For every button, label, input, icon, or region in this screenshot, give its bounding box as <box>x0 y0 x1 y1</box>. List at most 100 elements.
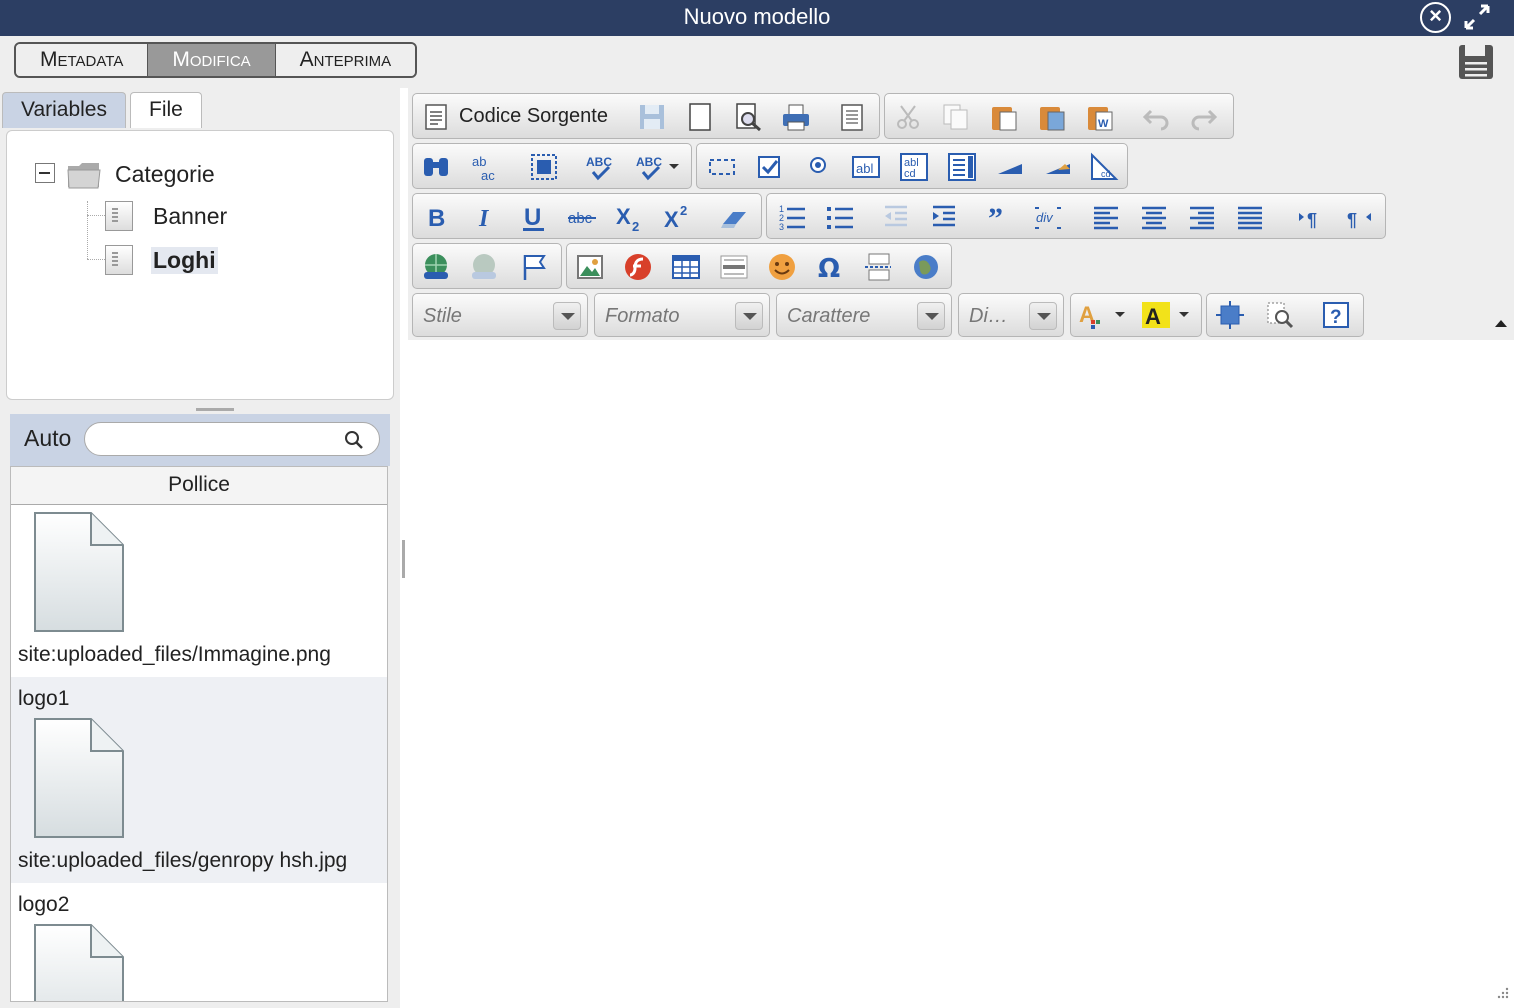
chevron-down-icon[interactable] <box>1029 302 1057 330</box>
chevron-down-icon[interactable] <box>1179 312 1189 317</box>
editor-content-area[interactable] <box>408 340 1514 1008</box>
expand-icon[interactable] <box>1462 2 1492 32</box>
numbered-list-icon[interactable]: 123 <box>777 202 807 232</box>
tree-root-label[interactable]: Categorie <box>115 161 215 188</box>
horizontal-rule-icon[interactable] <box>719 252 749 282</box>
flash-icon[interactable] <box>623 252 653 282</box>
outdent-icon[interactable] <box>881 202 911 232</box>
paste-text-icon[interactable] <box>1037 102 1067 132</box>
bold-icon[interactable]: B <box>423 202 453 232</box>
hidden-field-icon[interactable]: cd <box>1089 152 1119 182</box>
select-field-icon[interactable] <box>947 152 977 182</box>
chevron-down-icon[interactable] <box>669 164 679 169</box>
size-dropdown[interactable]: Di… <box>958 293 1064 337</box>
anchor-icon[interactable] <box>519 252 549 282</box>
div-container-icon[interactable]: div <box>1033 202 1063 232</box>
align-left-icon[interactable] <box>1091 202 1121 232</box>
align-justify-icon[interactable] <box>1235 202 1265 232</box>
chevron-down-icon[interactable] <box>735 302 763 330</box>
format-dropdown[interactable]: Formato <box>594 293 770 337</box>
align-center-icon[interactable] <box>1139 202 1169 232</box>
redo-icon[interactable] <box>1189 102 1219 132</box>
superscript-icon[interactable]: X2 <box>663 202 693 232</box>
bulleted-list-icon[interactable] <box>825 202 855 232</box>
copy-icon[interactable] <box>941 102 971 132</box>
blockquote-icon[interactable]: ” <box>985 202 1015 235</box>
ltr-direction-icon[interactable]: ¶ <box>1297 202 1327 232</box>
tab-variables[interactable]: Variables <box>2 92 126 128</box>
window-title: Nuovo modello <box>683 4 831 29</box>
remove-format-icon[interactable] <box>719 202 749 232</box>
svg-text:abl: abl <box>856 161 873 176</box>
italic-icon[interactable]: I <box>471 202 501 232</box>
paste-icon[interactable] <box>989 102 1019 132</box>
paste-word-icon[interactable]: W <box>1085 102 1115 132</box>
list-item[interactable]: logo2 <box>11 883 387 1001</box>
preview-icon[interactable] <box>733 102 763 132</box>
image-icon[interactable] <box>575 252 605 282</box>
tab-modifica[interactable]: Modifica <box>148 44 276 76</box>
search-icon[interactable] <box>344 430 364 450</box>
list-item[interactable]: site:uploaded_files/Immagine.png <box>11 505 387 677</box>
indent-icon[interactable] <box>929 202 959 232</box>
background-color-icon[interactable]: A <box>1141 300 1171 330</box>
resize-grip-icon[interactable] <box>1494 986 1510 1002</box>
chevron-down-icon[interactable] <box>553 302 581 330</box>
style-dropdown[interactable]: Stile <box>412 293 588 337</box>
tree-item-loghi[interactable]: Loghi <box>151 247 218 274</box>
replace-icon[interactable]: ab ac <box>469 152 499 183</box>
smiley-icon[interactable] <box>767 252 797 282</box>
tab-file[interactable]: File <box>130 92 202 128</box>
link-icon[interactable] <box>421 252 451 282</box>
save-icon[interactable] <box>637 102 667 132</box>
subscript-icon[interactable]: X2 <box>615 202 645 234</box>
maximize-icon[interactable] <box>1215 300 1245 330</box>
new-page-icon[interactable] <box>685 102 715 132</box>
radio-icon[interactable] <box>803 152 833 182</box>
chevron-down-icon[interactable] <box>1115 312 1125 317</box>
font-dropdown[interactable]: Carattere <box>776 293 952 337</box>
tab-metadata[interactable]: Metadata <box>16 44 149 76</box>
special-char-icon[interactable]: Ω <box>815 252 845 284</box>
toolbar-group-basic-styles: B I U abc X2 X2 <box>412 193 762 239</box>
show-blocks-icon[interactable] <box>1265 300 1295 330</box>
templates-icon[interactable] <box>837 102 867 132</box>
textarea-icon[interactable]: abl cd <box>899 152 929 182</box>
button-field-icon[interactable] <box>995 152 1025 182</box>
find-icon[interactable] <box>421 152 451 182</box>
rtl-direction-icon[interactable]: ¶ <box>1345 202 1375 232</box>
table-icon[interactable] <box>671 252 701 282</box>
collapse-toggle-icon[interactable] <box>35 163 55 183</box>
text-color-icon[interactable]: A <box>1077 300 1107 330</box>
search-input[interactable] <box>84 422 380 456</box>
mode-toolbar: Metadata Modifica Anteprima <box>0 36 1514 88</box>
iframe-icon[interactable] <box>911 252 941 282</box>
align-right-icon[interactable] <box>1187 202 1217 232</box>
select-all-icon[interactable] <box>529 152 559 182</box>
close-icon[interactable]: × <box>1420 2 1451 33</box>
tree-item-banner[interactable]: Banner <box>153 203 227 230</box>
checkbox-icon[interactable] <box>755 152 785 182</box>
help-icon[interactable]: ? <box>1321 300 1351 330</box>
strikethrough-icon[interactable]: abc <box>567 202 597 232</box>
image-button-icon[interactable] <box>1043 152 1073 182</box>
undo-icon[interactable] <box>1141 102 1171 132</box>
vertical-splitter[interactable] <box>402 540 405 578</box>
form-icon[interactable] <box>707 152 737 182</box>
chevron-down-icon[interactable] <box>917 302 945 330</box>
print-icon[interactable] <box>781 102 811 132</box>
unlink-icon[interactable] <box>469 252 499 282</box>
spellcheck-as-you-type-icon[interactable]: ABC <box>635 152 665 182</box>
list-item[interactable]: logo1 site:uploaded_files/genropy hsh.jp… <box>11 677 387 883</box>
page-break-icon[interactable] <box>863 252 893 282</box>
underline-icon[interactable]: U <box>519 202 549 232</box>
cut-icon[interactable] <box>893 102 923 132</box>
source-code-button[interactable]: Codice Sorgente <box>419 100 615 132</box>
horizontal-splitter[interactable] <box>196 408 234 411</box>
save-icon[interactable] <box>1458 44 1494 80</box>
rich-text-editor: Codice Sorgente W ab ac ABC ABC abl abl … <box>408 88 1514 1008</box>
spellcheck-icon[interactable]: ABC <box>585 152 615 182</box>
collapse-toolbar-icon[interactable] <box>1495 320 1507 327</box>
text-field-icon[interactable]: abl <box>851 152 881 182</box>
tab-anteprima[interactable]: Anteprima <box>275 44 416 76</box>
